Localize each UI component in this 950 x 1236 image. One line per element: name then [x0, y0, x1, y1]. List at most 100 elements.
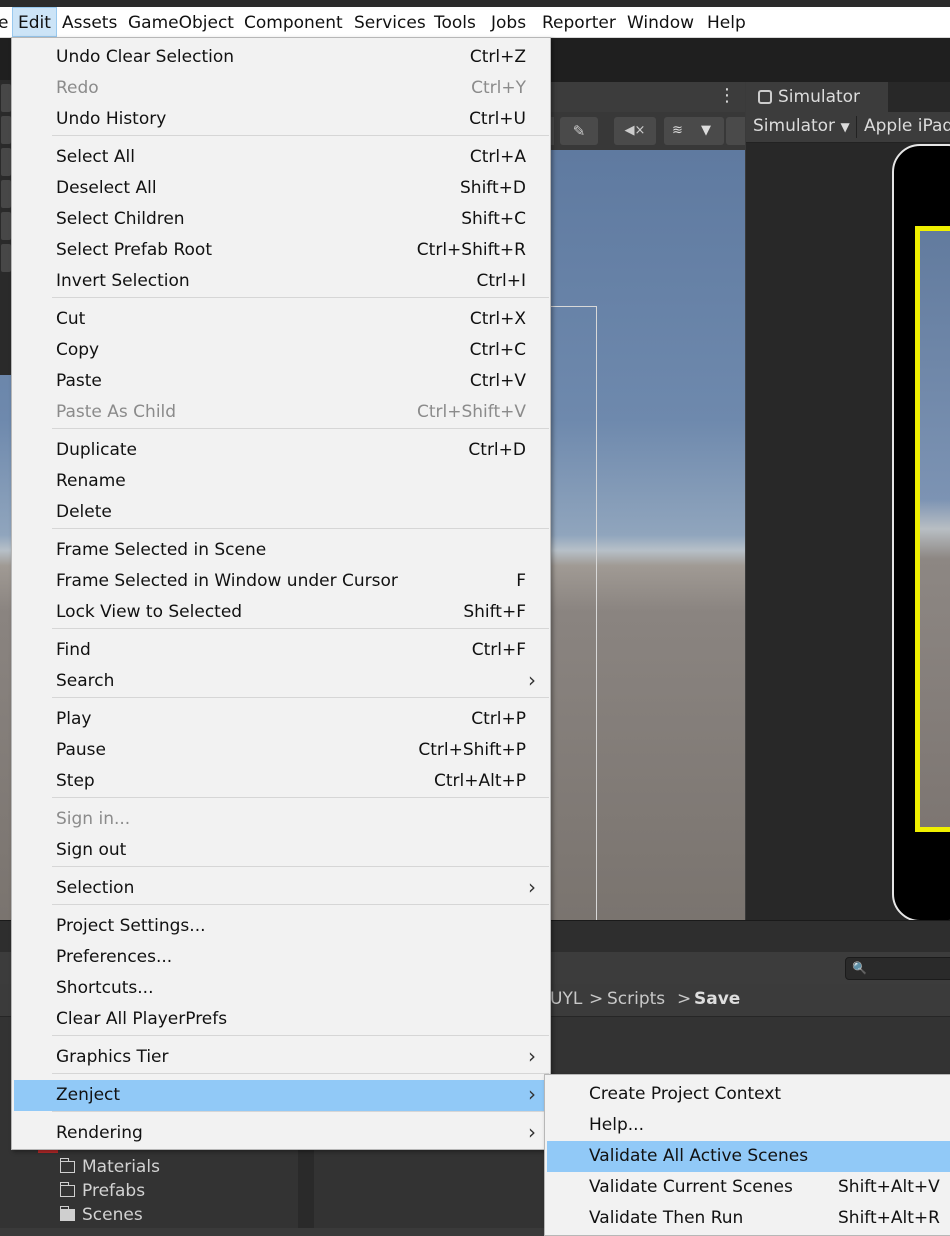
scene-toolbar-partial-button[interactable]	[726, 117, 745, 145]
menu-item-shortcut: Ctrl+Y	[471, 78, 526, 98]
menu-item-shortcut: Ctrl+F	[471, 640, 526, 660]
audio-toggle-button[interactable]: ◀×	[614, 117, 656, 145]
submenu-item-validate-current-scenes[interactable]: Validate Current Scenes Shift+Alt+V	[547, 1172, 950, 1203]
menu-item-paste-as-child[interactable]: Paste As Child Ctrl+Shift+V	[14, 397, 548, 428]
menu-item-label: Rename	[56, 471, 126, 491]
rotate-tool-icon[interactable]	[1, 148, 11, 176]
folder-label: Prefabs	[82, 1181, 146, 1201]
menu-item-select-children[interactable]: Select Children Shift+C	[14, 204, 548, 235]
device-dropdown[interactable]: Apple iPad	[864, 112, 950, 140]
menu-item-frame-selected-in-window-under-cursor[interactable]: Frame Selected in Window under Cursor F	[14, 566, 548, 597]
menu-item-label: Paste	[56, 371, 102, 391]
submenu-item-validate-all-active-scenes[interactable]: Validate All Active Scenes	[547, 1141, 950, 1172]
menu-item-cut[interactable]: Cut Ctrl+X	[14, 304, 548, 335]
menu-item-shortcut: Ctrl+Alt+P	[433, 771, 526, 791]
menu-item-shortcut: Ctrl+Shift+P	[418, 740, 526, 760]
menu-window[interactable]: Window	[627, 7, 694, 37]
project-search-input[interactable]: 🔍	[845, 957, 950, 980]
breadcrumb-item[interactable]: Scripts	[607, 989, 665, 1009]
menu-item-deselect-all[interactable]: Deselect All Shift+D	[14, 173, 548, 204]
gizmo-toggle-button[interactable]: ✎	[560, 117, 598, 145]
menu-item-label: Redo	[56, 78, 99, 98]
menu-item-invert-selection[interactable]: Invert Selection Ctrl+I	[14, 266, 548, 297]
menu-item-copy[interactable]: Copy Ctrl+C	[14, 335, 548, 366]
menu-item-label: Copy	[56, 340, 100, 360]
menu-separator	[52, 904, 549, 905]
menu-jobs[interactable]: Jobs	[491, 7, 526, 37]
menu-item-redo[interactable]: Redo Ctrl+Y	[14, 73, 548, 104]
menu-item-shortcut: Ctrl+C	[469, 340, 526, 360]
menu-item-sign-in[interactable]: Sign in...	[14, 804, 548, 835]
breadcrumb-separator: >	[677, 989, 692, 1009]
menu-item-select-prefab-root[interactable]: Select Prefab Root Ctrl+Shift+R	[14, 235, 548, 266]
menu-item-lock-view-to-selected[interactable]: Lock View to Selected Shift+F	[14, 597, 548, 628]
menu-help[interactable]: Help	[707, 7, 746, 37]
submenu-item-create-project-context[interactable]: Create Project Context	[547, 1079, 950, 1110]
menu-item-label: Paste As Child	[56, 402, 177, 422]
menu-services[interactable]: Services	[354, 7, 426, 37]
menu-item-project-settings[interactable]: Project Settings...	[14, 911, 548, 942]
menu-gameobject[interactable]: GameObject	[128, 7, 234, 37]
window-top-strip	[0, 0, 950, 7]
menu-item-select-all[interactable]: Select All Ctrl+A	[14, 142, 548, 173]
submenu-item-help[interactable]: Help...	[547, 1110, 950, 1141]
menu-item-preferences[interactable]: Preferences...	[14, 942, 548, 973]
menu-item-search[interactable]: Search ›	[14, 666, 548, 697]
menu-edit[interactable]: Edit	[12, 7, 57, 37]
tree-folder[interactable]: Materials	[60, 1157, 160, 1177]
menu-item-label: Frame Selected in Window under Cursor	[56, 571, 398, 591]
menu-item-sign-out[interactable]: Sign out	[14, 835, 548, 866]
menu-item-delete[interactable]: Delete	[14, 497, 548, 528]
menu-item-label: Selection	[56, 878, 135, 898]
transform-tool-icon[interactable]	[1, 244, 11, 272]
menu-item-rename[interactable]: Rename	[14, 466, 548, 497]
menu-separator	[52, 797, 549, 798]
tree-folder[interactable]: Prefabs	[60, 1181, 145, 1201]
edit-menu: Undo Clear Selection Ctrl+Z Redo Ctrl+Y Undo…	[11, 37, 551, 1150]
menu-component[interactable]: Component	[244, 7, 343, 37]
menu-item-shortcut: Ctrl+Z	[469, 47, 526, 67]
menu-item-clear-all-playerprefs[interactable]: Clear All PlayerPrefs	[14, 1004, 548, 1035]
menu-item-frame-selected-in-scene[interactable]: Frame Selected in Scene	[14, 535, 548, 566]
menu-item-paste[interactable]: Paste Ctrl+V	[14, 366, 548, 397]
menu-item-find[interactable]: Find Ctrl+F	[14, 635, 548, 666]
hand-tool-icon[interactable]	[1, 84, 11, 112]
scale-tool-icon[interactable]	[1, 180, 11, 208]
menu-item-step[interactable]: Step Ctrl+Alt+P	[14, 766, 548, 797]
menu-item-shortcut: Ctrl+I	[476, 271, 526, 291]
menu-item-label: Cut	[56, 309, 86, 329]
menu-separator	[52, 528, 549, 529]
menu-item-rendering[interactable]: Rendering ›	[14, 1118, 548, 1149]
simulator-mode-dropdown[interactable]: Simulator ▼	[753, 112, 850, 141]
menu-item-duplicate[interactable]: Duplicate Ctrl+D	[14, 435, 548, 466]
menu-item-shortcut: Ctrl+P	[471, 709, 526, 729]
breadcrumb-separator: >	[589, 989, 604, 1009]
menu-separator	[52, 697, 549, 698]
folder-icon	[60, 1182, 75, 1197]
menu-item-play[interactable]: Play Ctrl+P	[14, 704, 548, 735]
menu-item-label: Select Prefab Root	[56, 240, 212, 260]
menu-assets[interactable]: Assets	[62, 7, 117, 37]
menu-item-label: Step	[56, 771, 95, 791]
menu-item-undo-clear-selection[interactable]: Undo Clear Selection Ctrl+Z	[14, 42, 548, 73]
menu-reporter[interactable]: Reporter	[542, 7, 616, 37]
menu-item-graphics-tier[interactable]: Graphics Tier ›	[14, 1042, 548, 1073]
menu-item-shortcut: Ctrl+Shift+R	[416, 240, 526, 260]
more-options-icon[interactable]: ⋮	[718, 85, 736, 106]
tree-folder[interactable]: Scenes	[60, 1205, 143, 1225]
layers-button[interactable]: ≋ ▼	[664, 117, 724, 145]
rect-tool-icon[interactable]	[1, 212, 11, 240]
menu-item-shortcuts[interactable]: Shortcuts...	[14, 973, 548, 1004]
menu-item-selection[interactable]: Selection ›	[14, 873, 548, 904]
menu-item-undo-history[interactable]: Undo History Ctrl+U	[14, 104, 548, 135]
menu-separator	[52, 1073, 549, 1074]
menu-item-zenject[interactable]: Zenject ›	[14, 1080, 548, 1111]
menu-file-partial[interactable]: e	[0, 7, 8, 37]
breadcrumb-item[interactable]: UYL	[550, 989, 582, 1009]
tab-simulator[interactable]: Simulator	[746, 82, 888, 112]
move-tool-icon[interactable]	[1, 116, 11, 144]
tree-scrollbar[interactable]	[298, 1145, 314, 1228]
submenu-item-validate-then-run[interactable]: Validate Then Run Shift+Alt+R	[547, 1203, 950, 1234]
menu-tools[interactable]: Tools	[434, 7, 476, 37]
menu-item-pause[interactable]: Pause Ctrl+Shift+P	[14, 735, 548, 766]
